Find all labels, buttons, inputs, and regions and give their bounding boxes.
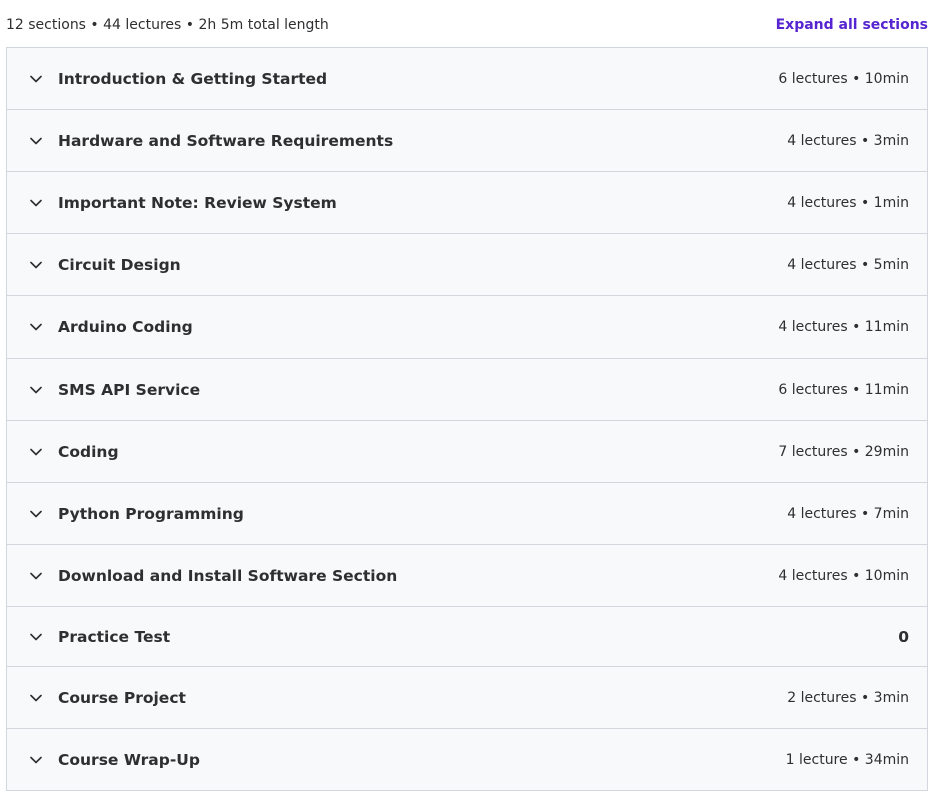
section-practice-test[interactable]: Practice Test 0 — [7, 607, 927, 667]
section-sms-api[interactable]: SMS API Service 6 lectures • 11min — [7, 359, 927, 421]
curriculum-section-list: Introduction & Getting Started 6 lecture… — [6, 47, 928, 791]
chevron-down-icon — [29, 72, 43, 86]
section-title: SMS API Service — [58, 380, 201, 399]
chevron-down-icon — [29, 445, 43, 459]
section-title: Course Project — [58, 688, 186, 707]
chevron-down-icon — [29, 196, 43, 210]
section-coding[interactable]: Coding 7 lectures • 29min — [7, 421, 927, 483]
section-title: Circuit Design — [58, 255, 181, 274]
section-title: Course Wrap-Up — [58, 750, 200, 769]
chevron-down-icon — [29, 383, 43, 397]
section-title: Practice Test — [58, 627, 171, 646]
curriculum-summary-bar: 12 sections • 44 lectures • 2h 5m total … — [6, 14, 928, 36]
chevron-down-icon — [29, 320, 43, 334]
section-meta: 7 lectures • 29min — [778, 443, 909, 460]
section-meta: 4 lectures • 3min — [787, 132, 909, 149]
chevron-down-icon — [29, 753, 43, 767]
section-meta: 6 lectures • 11min — [778, 381, 909, 398]
section-title: Hardware and Software Requirements — [58, 131, 394, 150]
section-meta: 1 lecture • 34min — [785, 751, 909, 768]
section-meta: 4 lectures • 11min — [778, 319, 909, 335]
curriculum-summary: 12 sections • 44 lectures • 2h 5m total … — [6, 17, 329, 33]
section-meta: 2 lectures • 3min — [787, 689, 909, 706]
section-meta: 0 — [898, 627, 909, 646]
section-meta: 4 lectures • 10min — [778, 567, 909, 584]
chevron-down-icon — [29, 507, 43, 521]
section-title: Download and Install Software Section — [58, 566, 398, 585]
section-important-note[interactable]: Important Note: Review System 4 lectures… — [7, 172, 927, 234]
chevron-down-icon — [29, 258, 43, 272]
section-course-project[interactable]: Course Project 2 lectures • 3min — [7, 667, 927, 729]
section-title: Python Programming — [58, 504, 244, 523]
section-arduino-coding[interactable]: Arduino Coding 4 lectures • 11min — [7, 296, 927, 359]
chevron-down-icon — [29, 134, 43, 148]
expand-all-sections-button[interactable]: Expand all sections — [776, 17, 928, 33]
section-circuit-design[interactable]: Circuit Design 4 lectures • 5min — [7, 234, 927, 296]
section-title: Arduino Coding — [58, 318, 193, 336]
section-hardware-software[interactable]: Hardware and Software Requirements 4 lec… — [7, 110, 927, 172]
section-title: Introduction & Getting Started — [58, 69, 328, 88]
section-title: Coding — [58, 442, 119, 461]
section-meta: 4 lectures • 7min — [787, 505, 909, 522]
section-course-wrap-up[interactable]: Course Wrap-Up 1 lecture • 34min — [7, 729, 927, 791]
section-title: Important Note: Review System — [58, 193, 337, 212]
chevron-down-icon — [29, 630, 43, 644]
section-python-programming[interactable]: Python Programming 4 lectures • 7min — [7, 483, 927, 545]
section-download-install[interactable]: Download and Install Software Section 4 … — [7, 545, 927, 607]
section-meta: 6 lectures • 10min — [778, 70, 909, 87]
chevron-down-icon — [29, 691, 43, 705]
chevron-down-icon — [29, 569, 43, 583]
section-introduction[interactable]: Introduction & Getting Started 6 lecture… — [7, 48, 927, 110]
section-meta: 4 lectures • 1min — [787, 194, 909, 211]
section-meta: 4 lectures • 5min — [787, 256, 909, 273]
